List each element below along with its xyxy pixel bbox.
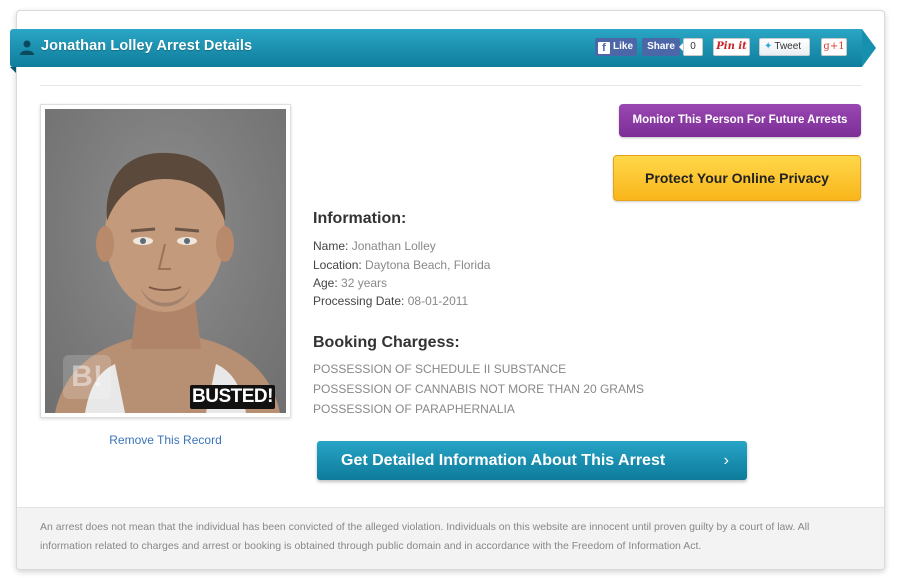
charge-item: POSSESSION OF PARAPHERNALIA <box>313 402 515 416</box>
info-row-name: Name: Jonathan Lolley <box>313 239 436 253</box>
info-value: Jonathan Lolley <box>351 239 436 253</box>
info-label: Processing Date: <box>313 294 405 308</box>
facebook-like-button[interactable]: f Like <box>595 38 637 56</box>
like-label: Like <box>613 41 634 52</box>
page-title: Jonathan Lolley Arrest Details <box>41 38 253 54</box>
info-value: 08-01-2011 <box>407 294 469 308</box>
info-row-processing-date: Processing Date: 08-01-2011 <box>313 294 468 308</box>
person-icon <box>20 40 34 55</box>
tweet-button[interactable]: ✦ Tweet <box>759 38 810 56</box>
busted-watermark-logo: B! <box>63 355 111 399</box>
info-value: 32 years <box>341 276 388 290</box>
info-label: Location: <box>313 258 362 272</box>
chevron-right-icon: › <box>723 452 729 469</box>
information-heading: Information: <box>313 210 407 227</box>
tweet-label: Tweet <box>774 41 802 52</box>
charge-item: POSSESSION OF CANNABIS NOT MORE THAN 20 … <box>313 382 644 396</box>
facebook-icon: f <box>598 42 610 54</box>
remove-record-link[interactable]: Remove This Record <box>40 433 291 447</box>
booking-charges-heading: Booking Chargess: <box>313 334 460 351</box>
mugshot-photo: B! BUSTED! <box>45 109 286 413</box>
info-label: Age: <box>313 276 338 290</box>
info-row-location: Location: Daytona Beach, Florida <box>313 258 490 272</box>
charge-item: POSSESSION OF SCHEDULE II SUBSTANCE <box>313 362 567 376</box>
info-label: Name: <box>313 239 349 253</box>
monitor-person-button[interactable]: Monitor This Person For Future Arrests <box>619 104 861 137</box>
protect-privacy-button[interactable]: Protect Your Online Privacy <box>613 155 861 201</box>
disclaimer-text: An arrest does not mean that the individ… <box>40 521 810 552</box>
pinterest-pin-button[interactable]: Pin it <box>713 38 750 56</box>
disclaimer-footer: An arrest does not mean that the individ… <box>17 507 884 569</box>
divider <box>40 85 861 86</box>
share-count: 0 <box>679 38 703 56</box>
info-row-age: Age: 32 years <box>313 276 387 290</box>
mugshot-frame: B! BUSTED! <box>40 104 291 418</box>
google-plus-button[interactable]: g+1 <box>821 38 847 56</box>
header-ribbon: Jonathan Lolley Arrest Details f Like Sha… <box>10 29 876 67</box>
detailed-info-button[interactable]: Get Detailed Information About This Arre… <box>317 441 747 480</box>
ribbon-fold <box>10 67 16 73</box>
facebook-share-button[interactable]: Share <box>642 38 680 56</box>
detailed-info-label: Get Detailed Information About This Arre… <box>341 452 666 469</box>
info-value: Daytona Beach, Florida <box>365 258 491 272</box>
busted-stamp: BUSTED! <box>190 385 275 409</box>
twitter-bird-icon: ✦ <box>764 41 773 52</box>
